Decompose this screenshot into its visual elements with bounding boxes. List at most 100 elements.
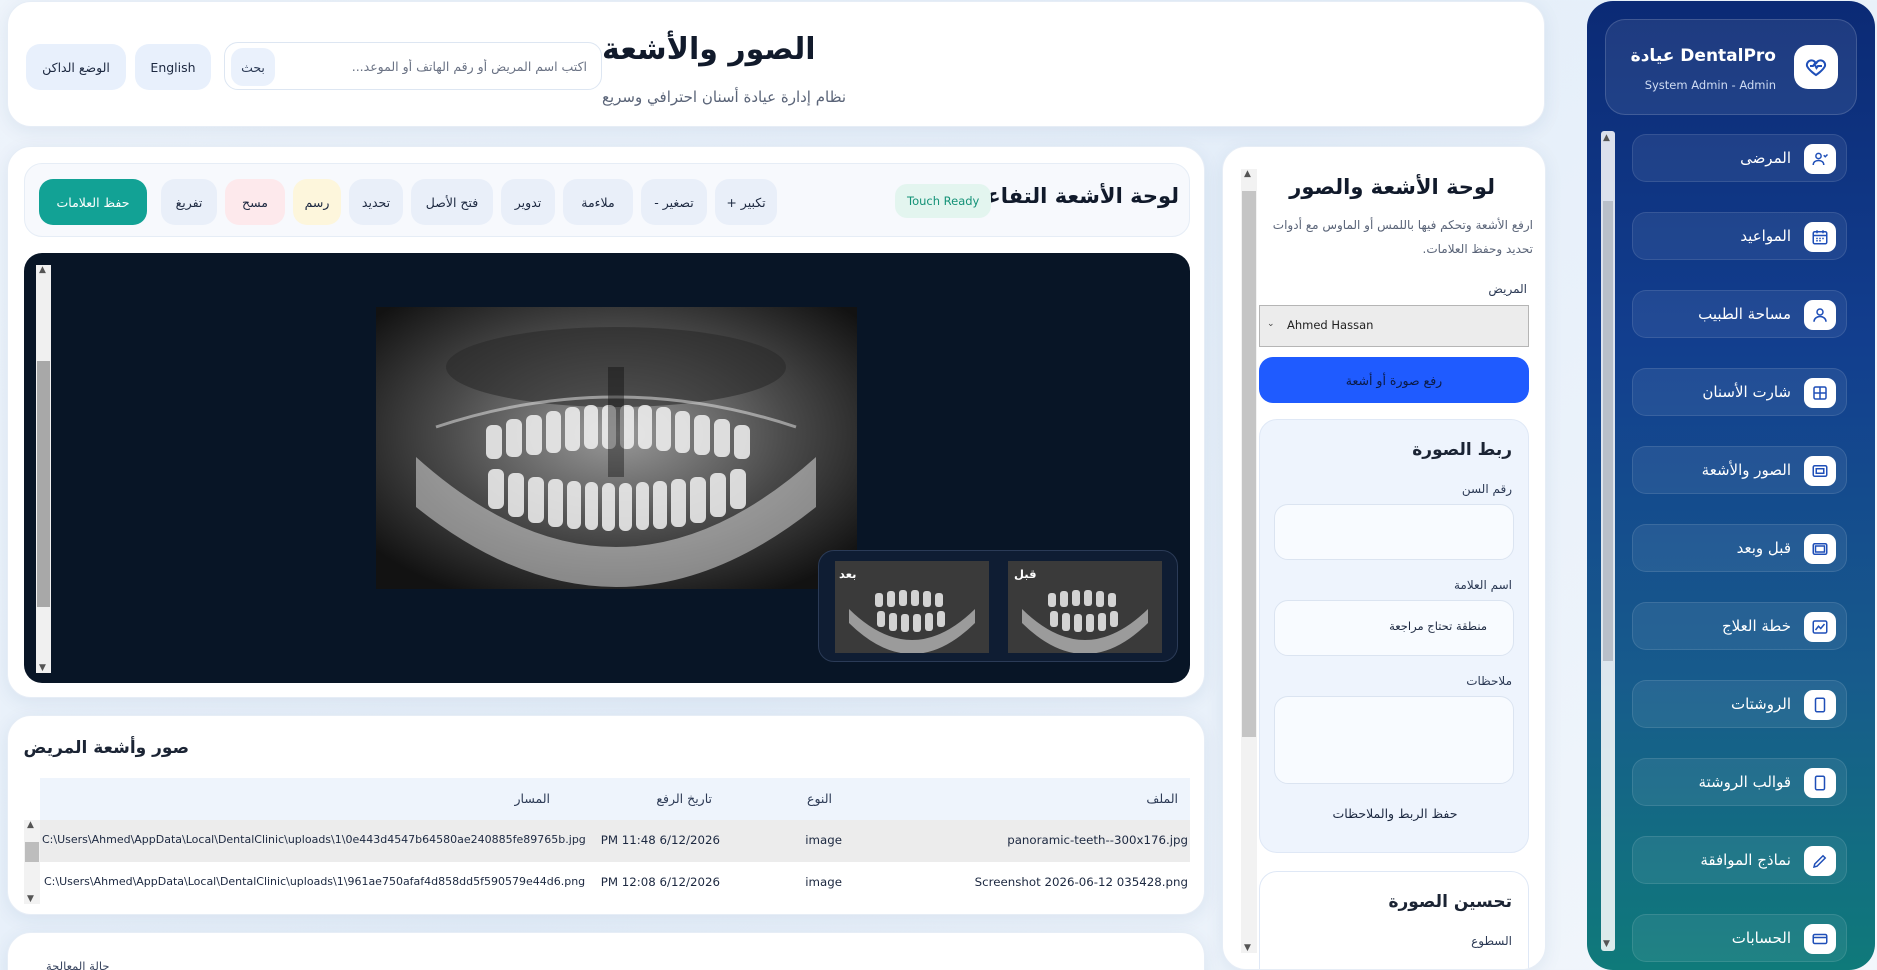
sidebar-item-doctor-space[interactable]: مساحة الطبيب xyxy=(1632,290,1847,338)
user-icon xyxy=(1804,300,1836,330)
scrollbar-thumb[interactable] xyxy=(1242,191,1256,737)
xray-control-panel: ▲ ▼ لوحة الأشعة والصور ارفع الأشعة وتحكم… xyxy=(1222,146,1546,970)
users-icon xyxy=(1804,144,1836,174)
sidebar-item-label: قبل وبعد xyxy=(1736,539,1791,557)
enhance-section-title: تحسين الصورة xyxy=(1388,892,1512,912)
chevron-down-icon: ⌄ xyxy=(1267,319,1275,329)
sidebar-item-prescriptions[interactable]: الروشتات xyxy=(1632,680,1847,728)
scroll-up-icon[interactable]: ▲ xyxy=(27,820,34,830)
sidebar-item-label: الحسابات xyxy=(1731,929,1791,947)
scroll-up-icon[interactable]: ▲ xyxy=(39,265,46,275)
cell-type: image xyxy=(805,875,842,889)
xray-image[interactable] xyxy=(376,307,857,589)
upload-image-button[interactable]: رفع صورة أو أشعة xyxy=(1259,357,1529,403)
sidebar-item-images-xrays[interactable]: الصور والأشعة xyxy=(1632,446,1847,494)
after-thumbnail[interactable] xyxy=(835,561,989,653)
xray-stage[interactable]: ▲ ▼ بعد قبل xyxy=(24,253,1190,683)
cell-file: Screenshot 2026-06-12 035428.png xyxy=(974,875,1188,889)
panel-title: لوحة الأشعة والصور xyxy=(1289,175,1495,199)
patient-select[interactable]: ⌄ Ahmed Hassan xyxy=(1259,305,1529,347)
scroll-down-icon[interactable]: ▼ xyxy=(27,894,34,904)
notes-label: ملاحظات xyxy=(1466,674,1512,688)
xray-viewer-card: لوحة الأشعة التفاعلية Touch Ready تكبير … xyxy=(7,146,1205,698)
sidebar-item-label: المرضى xyxy=(1740,149,1791,167)
sidebar-item-prescription-templates[interactable]: قوالب الروشتة xyxy=(1632,758,1847,806)
link-section-title: ربط الصورة xyxy=(1412,440,1512,460)
sidebar-item-label: مساحة الطبيب xyxy=(1698,305,1791,323)
sidebar-item-treatment-plan[interactable]: خطة العلاج xyxy=(1632,602,1847,650)
table-header: الملف النوع تاريخ الرفع المسار xyxy=(40,778,1190,820)
compare-icon xyxy=(1804,534,1836,564)
calendar-icon xyxy=(1804,222,1836,252)
panel-description: ارفع الأشعة وتحكم فيها باللمس أو الماوس … xyxy=(1272,218,1533,256)
language-button[interactable]: English xyxy=(135,44,211,90)
after-label: بعد xyxy=(839,567,857,581)
erase-button[interactable]: مسح xyxy=(225,179,285,225)
panel-scrollbar[interactable]: ▲ ▼ xyxy=(1241,169,1257,953)
save-marks-button[interactable]: حفظ العلامات xyxy=(39,179,147,225)
select-button[interactable]: تحديد xyxy=(349,179,403,225)
fit-button[interactable]: ملاءمة xyxy=(563,179,633,225)
save-link-notes-button[interactable]: حفظ الربط والملاحظات xyxy=(1260,806,1530,821)
patient-label: المريض xyxy=(1488,282,1527,296)
sidebar-item-label: شارت الأسنان xyxy=(1702,383,1791,401)
image-icon xyxy=(1804,456,1836,486)
scrollbar-thumb[interactable] xyxy=(37,361,50,607)
sidebar-item-consent-forms[interactable]: نماذج الموافقة xyxy=(1632,836,1847,884)
search-box: بحث xyxy=(224,42,602,90)
column-header-path: المسار xyxy=(514,791,550,806)
brand-card: DentalPro عيادة System Admin - Admin xyxy=(1605,19,1857,115)
cell-type: image xyxy=(805,833,842,847)
sidebar-item-label: قوالب الروشتة xyxy=(1698,773,1791,791)
column-header-type: النوع xyxy=(807,791,832,806)
sidebar-item-label: الروشتات xyxy=(1730,695,1791,713)
page-header: الصور والأشعة نظام إدارة عيادة أسنان احت… xyxy=(7,1,1545,127)
mark-name-input[interactable]: منطقة تحتاج مراجعة xyxy=(1274,600,1514,656)
grid-icon xyxy=(1804,378,1836,408)
sidebar-item-accounts[interactable]: الحسابات xyxy=(1632,914,1847,962)
sidebar-item-dental-chart[interactable]: شارت الأسنان xyxy=(1632,368,1847,416)
column-header-uploaded: تاريخ الرفع xyxy=(656,791,712,806)
cell-path: C:\Users\Ahmed\AppData\Local\DentalClini… xyxy=(42,833,586,846)
scroll-down-icon[interactable]: ▼ xyxy=(39,663,46,673)
credit-card-icon xyxy=(1804,924,1836,954)
open-original-button[interactable]: فتح الأصل xyxy=(411,179,493,225)
sidebar-nav: المرضى المواعيد مساحة الطبيب شارت الأسنا… xyxy=(1587,131,1875,962)
scrollbar-thumb[interactable] xyxy=(25,842,39,862)
patient-select-value: Ahmed Hassan xyxy=(1287,318,1374,332)
heart-pulse-icon xyxy=(1794,45,1838,89)
before-label: قبل xyxy=(1014,567,1037,581)
page-subtitle: نظام إدارة عيادة أسنان احترافي وسريع xyxy=(602,88,847,106)
clear-button[interactable]: تفريغ xyxy=(161,179,217,225)
scroll-up-icon[interactable]: ▲ xyxy=(1244,169,1251,179)
cell-uploaded: PM 12:08 6/12/2026 xyxy=(600,875,720,889)
draw-button[interactable]: رسم xyxy=(293,179,341,225)
zoom-out-button[interactable]: تصغير - xyxy=(641,179,707,225)
table-row[interactable]: panoramic-teeth--300x176.jpg image PM 11… xyxy=(40,820,1190,862)
brand-subtitle: System Admin - Admin xyxy=(1644,78,1776,92)
stage-scrollbar[interactable]: ▲ ▼ xyxy=(36,265,51,673)
notes-textarea[interactable] xyxy=(1274,696,1514,784)
dark-mode-button[interactable]: الوضع الداكن xyxy=(26,44,126,90)
sidebar: DentalPro عيادة System Admin - Admin ▲ ▼… xyxy=(1587,1,1875,970)
brightness-label: السطوع xyxy=(1471,934,1512,948)
search-input[interactable] xyxy=(285,43,595,89)
table-row[interactable]: Screenshot 2026-06-12 035428.png image P… xyxy=(40,862,1190,904)
sidebar-item-patients[interactable]: المرضى xyxy=(1632,134,1847,182)
treatment-status-card: حالة المعالجة xyxy=(7,932,1205,970)
chart-icon xyxy=(1804,612,1836,642)
cell-path: C:\Users\Ahmed\AppData\Local\DentalClini… xyxy=(44,875,586,888)
tooth-number-input[interactable] xyxy=(1274,504,1514,560)
sidebar-item-label: خطة العلاج xyxy=(1722,617,1791,635)
search-button[interactable]: بحث xyxy=(231,48,275,86)
zoom-in-button[interactable]: تكبير + xyxy=(715,179,777,225)
patient-files-card: صور وأشعة المريض الملف النوع تاريخ الرفع… xyxy=(7,715,1205,915)
table-scrollbar[interactable]: ▲ ▼ xyxy=(24,820,40,904)
sidebar-item-before-after[interactable]: قبل وبعد xyxy=(1632,524,1847,572)
cell-file: panoramic-teeth--300x176.jpg xyxy=(1007,833,1188,847)
scroll-down-icon[interactable]: ▼ xyxy=(1244,943,1251,953)
sidebar-item-label: المواعيد xyxy=(1740,227,1791,245)
rotate-button[interactable]: تدوير xyxy=(501,179,555,225)
tooth-number-label: رقم السن xyxy=(1461,482,1512,496)
sidebar-item-appointments[interactable]: المواعيد xyxy=(1632,212,1847,260)
